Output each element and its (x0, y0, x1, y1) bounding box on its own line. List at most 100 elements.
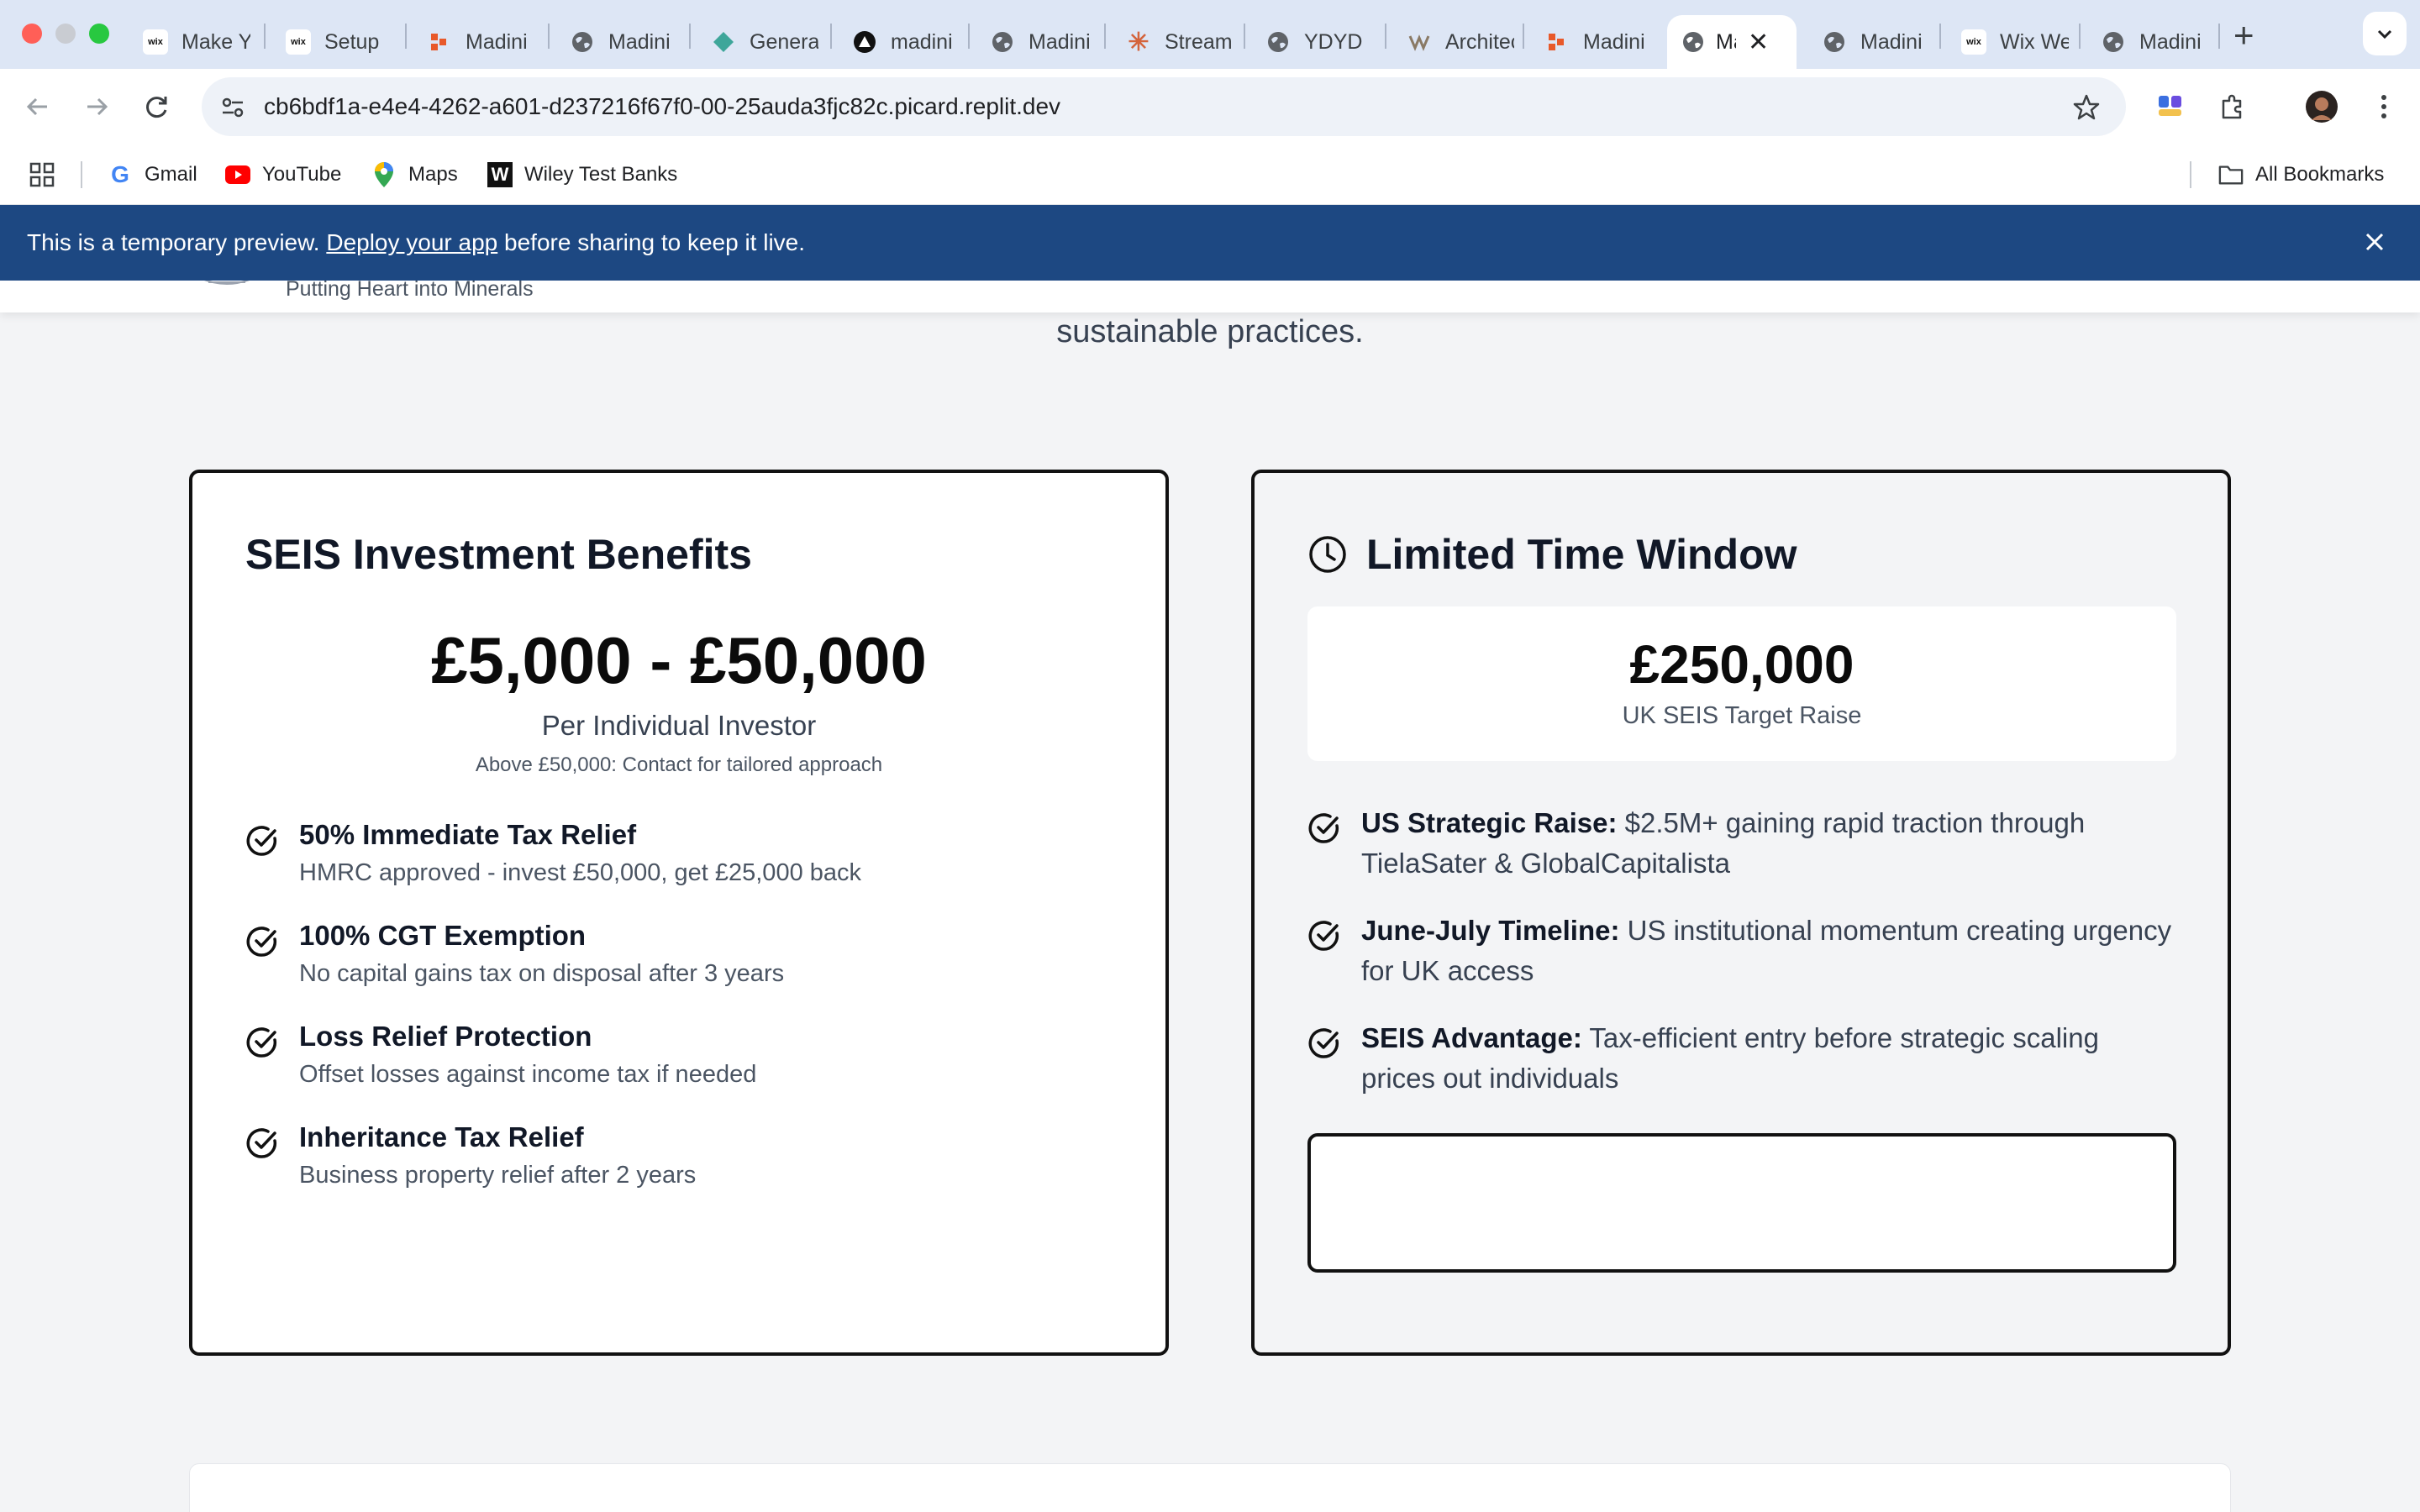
window-point: June-July Timeline: US institutional mom… (1307, 911, 2176, 991)
bookmark-label: Maps (408, 163, 458, 186)
back-button[interactable] (17, 86, 59, 128)
address-bar[interactable]: cb6bdf1a-e4e4-4262-a601-d237216f67f0-00-… (202, 77, 2126, 136)
reload-icon (146, 97, 167, 118)
site-info-icon[interactable] (220, 95, 245, 120)
tab-separator (2079, 24, 2081, 49)
benefit-title: Inheritance Tax Relief (299, 1121, 584, 1152)
browser-menu-icon[interactable] (2363, 86, 2405, 128)
browser-tab[interactable]: Madini (408, 15, 534, 69)
bookmark-label: Wiley Test Banks (524, 163, 678, 186)
benefit-title: 100% CGT Exemption (299, 920, 587, 951)
site-header: Putting Heart into Minerals (0, 281, 2420, 312)
point-text: June-July Timeline: US institutional mom… (1361, 911, 2176, 991)
bookmark-wiley[interactable]: W Wiley Test Banks (487, 144, 677, 205)
point-label: SEIS Advantage: (1361, 1022, 1582, 1053)
check-circle-icon (246, 826, 277, 856)
forward-button[interactable] (76, 86, 118, 128)
apps-button[interactable] (29, 144, 55, 205)
investment-subtitle: Per Individual Investor (541, 710, 817, 741)
bookmark-star-icon[interactable] (2072, 93, 2101, 122)
browser-tab[interactable]: wix Wix Website (1943, 15, 2069, 69)
url-text[interactable]: cb6bdf1a-e4e4-4262-a601-d237216f67f0-00-… (264, 77, 1060, 136)
bookmark-label: YouTube (262, 163, 342, 186)
tab-separator (1939, 24, 1941, 49)
globe-icon (570, 29, 595, 55)
globe-icon (1822, 29, 1847, 55)
tab-title: Setup (324, 29, 380, 54)
call-to-action-box[interactable] (1307, 1133, 2176, 1273)
folder-icon (2218, 162, 2244, 187)
browser-tab[interactable]: YDYD (1247, 15, 1373, 69)
tab-title: Madini (1860, 29, 1923, 54)
target-raise-box: £250,000 UK SEIS Target Raise (1307, 606, 2176, 761)
close-icon[interactable] (2360, 227, 2390, 257)
check-circle-icon (246, 1128, 277, 1158)
bookmark-maps[interactable]: Maps (371, 144, 458, 205)
tab-separator (548, 24, 550, 49)
tab-separator (1104, 24, 1106, 49)
profile-avatar[interactable] (2301, 86, 2343, 128)
browser-tab[interactable]: madini (834, 15, 960, 69)
wix-icon: wix (143, 29, 168, 55)
tab-search-button[interactable] (2363, 12, 2407, 55)
arrow-right-icon (87, 97, 108, 116)
banner-text: before sharing to keep it live. (497, 229, 806, 255)
tab-title: madini (891, 29, 953, 54)
minimize-window-button[interactable] (55, 24, 76, 44)
extension-app-icon[interactable] (2149, 86, 2191, 128)
benefit-title: Loss Relief Protection (299, 1021, 592, 1052)
tab-separator (264, 24, 266, 49)
bookmark-gmail[interactable]: G Gmail (108, 144, 197, 205)
browser-tab[interactable]: Madini (971, 15, 1097, 69)
card-title: Limited Time Window (1366, 531, 1797, 578)
bookmark-label: All Bookmarks (2255, 163, 2385, 186)
banner-message: This is a temporary preview. Deploy your… (27, 205, 805, 281)
browser-tab[interactable]: wix Setup (267, 15, 393, 69)
deploy-link[interactable]: Deploy your app (326, 229, 497, 255)
close-window-button[interactable] (22, 24, 42, 44)
browser-tab[interactable]: Madini (2082, 15, 2208, 69)
browser-tab[interactable]: Generate (692, 15, 818, 69)
company-logo[interactable] (195, 281, 259, 299)
point-text: SEIS Advantage: Tax-efficient entry befo… (1361, 1018, 2176, 1099)
browser-tab[interactable]: Madini (551, 15, 677, 69)
globe-icon (2101, 29, 2126, 55)
diamond-icon (711, 29, 736, 55)
globe-icon (1681, 29, 1706, 55)
all-bookmarks-button[interactable]: All Bookmarks (2218, 144, 2384, 205)
tab-title: Madini (1583, 29, 1645, 54)
architect-icon (1407, 29, 1432, 55)
check-circle-icon (1308, 1028, 1339, 1058)
divider (2190, 161, 2191, 188)
page-viewport: Putting Heart into Minerals sustainable … (0, 281, 2420, 1512)
figma-icon (1544, 29, 1570, 55)
chevron-down-icon (2377, 29, 2392, 39)
tab-title: Architect (1445, 29, 1514, 54)
banner-text: This is a temporary preview. (27, 229, 327, 255)
tab-separator (689, 24, 691, 49)
new-tab-button[interactable]: + (2233, 15, 2254, 55)
clock-icon (1309, 536, 1346, 573)
reload-button[interactable] (136, 86, 178, 128)
browser-tab[interactable]: Madini (1803, 15, 1929, 69)
browser-tab[interactable]: ✳ Stream (1107, 15, 1234, 69)
maps-icon (371, 162, 397, 187)
tab-strip: wix Make Your Own Website wix Setup Madi… (0, 0, 2420, 69)
browser-tab-active[interactable]: Madini ✕ (1667, 15, 1797, 69)
tab-title: Madini (608, 29, 671, 54)
extensions-puzzle-icon[interactable] (2212, 86, 2254, 128)
browser-tab[interactable]: Architect (1388, 15, 1514, 69)
globe-icon (990, 29, 1015, 55)
site-tagline: Putting Heart into Minerals (286, 281, 534, 301)
close-tab-icon[interactable]: ✕ (1748, 28, 1769, 57)
figma-icon (427, 29, 452, 55)
maximize-window-button[interactable] (89, 24, 109, 44)
tab-title: Wix Website (2000, 29, 2069, 54)
browser-tab[interactable]: wix Make Your Own Website (124, 15, 250, 69)
tab-title: Madini (466, 29, 528, 54)
bookmark-youtube[interactable]: YouTube (225, 144, 341, 205)
investment-note: Above £50,000: Contact for tailored appr… (475, 753, 883, 776)
limited-window-card: Limited Time Window £250,000 UK SEIS Tar… (1251, 470, 2231, 1356)
browser-tab[interactable]: Madini (1526, 15, 1652, 69)
tab-separator (1244, 24, 1245, 49)
